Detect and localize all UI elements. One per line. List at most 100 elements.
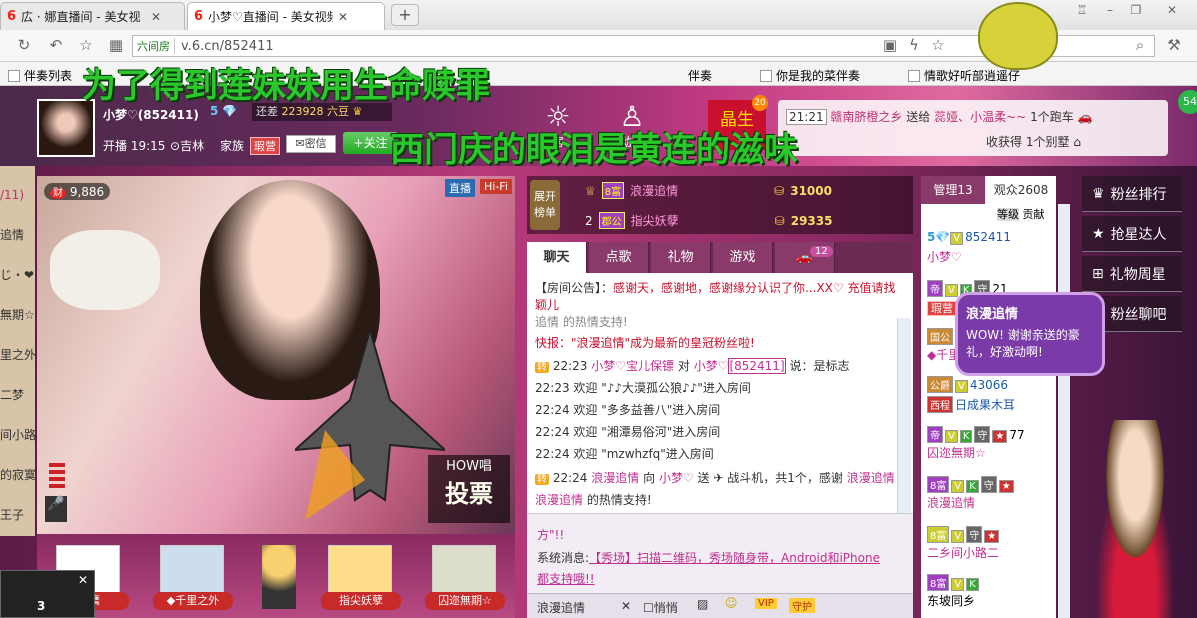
car-icon: 🚗 <box>1077 110 1093 124</box>
strip-item[interactable]: 二梦 <box>0 386 24 403</box>
tab-games[interactable]: 游戏 <box>713 242 773 273</box>
car-count-badge: 12 <box>810 246 833 257</box>
chat-line: 转 22:24 浪漫追情 向 小梦♡ 送 ✈ 战斗机，共1个，感谢 浪漫追情 <box>535 471 895 485</box>
audience-user[interactable]: 帝 V K 守 ★ 77 <box>927 426 1025 443</box>
close-tab-icon[interactable]: ✕ <box>338 10 348 24</box>
star-icon[interactable]: ☆ <box>76 36 96 56</box>
expand-ranking-button[interactable]: 展开榜单 <box>530 180 560 230</box>
qr-icon[interactable]: ▣ <box>880 36 900 56</box>
bookmark-item[interactable]: 你是我的菜伴奏 <box>760 67 860 84</box>
vip-button[interactable]: VIP <box>755 598 777 609</box>
smiley-icon[interactable]: ☺ <box>725 596 738 610</box>
tab-gifts[interactable]: 礼物 <box>651 242 711 273</box>
browser-tab-2[interactable]: 6 小梦♡直播间 - 美女视频聊 ✕ <box>187 2 385 30</box>
tab-title: 広 · 娜直播间 - 美女视 <box>21 10 141 24</box>
whisper-checkbox[interactable]: ☐悄悄 <box>643 599 678 616</box>
gift-star-card[interactable]: 指尖妖孽 <box>321 545 401 610</box>
thanks-bubble: 浪漫追情 WOW! 谢谢亲送的豪礼，好激动啊! <box>955 292 1105 376</box>
hifi-badge[interactable]: Hi-Fi <box>480 179 512 194</box>
location-pin-icon: ⊙ <box>170 139 181 153</box>
audience-scrollbar[interactable] <box>1058 204 1070 618</box>
strip-item[interactable]: 無期☆ <box>0 306 35 323</box>
left-user-strip: /11) 追情 じ・❤ 無期☆ 里之外 二梦 间小路 的寂寞 王子 <box>0 166 36 536</box>
chat-line: 22:24 欢迎 "mzwhzfq"进入房间 <box>535 447 714 461</box>
tab-admins[interactable]: 管理13 <box>921 176 985 204</box>
chat-line: 22:23 欢迎 "♪♪大漠孤公狼♪♪"进入房间 <box>535 381 751 395</box>
circle-badge[interactable]: 54 <box>1178 90 1197 114</box>
tab-viewers[interactable]: 观众2608 <box>986 176 1056 204</box>
search-icon[interactable]: ⌕ <box>1130 36 1150 56</box>
chat-input-bar: 浪漫追情 ✕ ☐悄悄 ▨ ☺ VIP 守护 <box>527 593 913 618</box>
gift-star-card[interactable]: ◆千里之外 <box>153 545 233 610</box>
vote-button[interactable]: HOW唱 投票 <box>428 455 510 523</box>
image-icon[interactable]: ▨ <box>697 597 708 611</box>
star-grab-button[interactable]: ★ 抢星达人 <box>1082 216 1182 252</box>
close-icon[interactable]: ✕ <box>621 599 631 613</box>
bookmark-item[interactable]: 伴奏 <box>688 67 712 84</box>
strip-item[interactable]: じ・❤ <box>0 266 34 283</box>
fighter-jet-icon <box>295 330 445 520</box>
audience-user[interactable]: 5💎 V 852411 <box>927 230 1011 245</box>
minimize-icon[interactable]: – <box>1100 3 1120 21</box>
grid-icon[interactable]: ▦ <box>106 36 126 56</box>
system-message-area: 方"!! 系统消息:【秀场】扫描二维码，秀场随身带，Android和iPhone… <box>527 513 913 593</box>
tab-chat[interactable]: 聊天 <box>527 242 587 273</box>
fighter-jet-icon: ✈ <box>713 471 724 485</box>
flash-news: 快报："浪漫追情"成为最新的皇冠粉丝啦! <box>535 336 755 350</box>
fans-ranking-button[interactable]: ♛ 粉丝排行 <box>1082 176 1182 212</box>
chat-target[interactable]: 浪漫追情 <box>537 599 585 616</box>
tab-songs[interactable]: 点歌 <box>589 242 649 273</box>
gift-weekly-star-button[interactable]: ⊞ 礼物周星 <box>1082 256 1182 292</box>
chat-messages: 【房间公告】：感谢天，感谢地，感谢缘分认识了你...XX♡ 充值请找颖儿 追情 … <box>527 273 913 513</box>
audience-user-sub: 小梦♡ <box>927 250 962 264</box>
guard-button[interactable]: 守护 <box>789 598 815 613</box>
audience-user[interactable]: 国公 <box>927 328 955 345</box>
site-label: 六间房 <box>137 38 175 54</box>
cartoon-boy <box>262 545 296 609</box>
strip-item[interactable]: 追情 <box>0 226 24 243</box>
host-avatar[interactable] <box>37 99 95 157</box>
restore-icon[interactable]: ❐ <box>1126 3 1146 21</box>
wrench-icon[interactable]: ⚒ <box>1164 36 1184 56</box>
url-text: v.6.cn/852411 <box>181 38 274 54</box>
page-icon <box>908 69 920 82</box>
chat-scrollbar[interactable] <box>897 318 911 513</box>
family-badge[interactable]: 瑕营 <box>250 137 280 155</box>
close-window-icon[interactable]: ✕ <box>1162 3 1182 21</box>
fan-count: 财 9,886 <box>44 183 111 200</box>
audience-user-sub: 囚迩無期☆ <box>927 446 986 460</box>
lightning-icon[interactable]: ϟ <box>904 36 924 56</box>
coins-icon: ⛁ <box>774 213 785 228</box>
top-fan-row[interactable]: 2 郡公 指尖妖孽 ⛁ 29335 <box>585 212 832 229</box>
browser-tab-1[interactable]: 6 広 · 娜直播间 - 美女视 ✕ <box>0 2 185 30</box>
strip-item[interactable]: 里之外 <box>0 346 36 363</box>
strip-item[interactable]: 间小路 <box>0 426 36 443</box>
private-message-button[interactable]: ✉密信 <box>286 135 336 153</box>
volume-level-icon[interactable] <box>47 463 67 493</box>
chat-line: 浪漫追情 的热情支持! <box>535 493 652 507</box>
microphone-icon[interactable]: 🎤 <box>45 496 67 522</box>
undo-icon[interactable]: ↶ <box>46 36 66 56</box>
tab-title: 小梦♡直播间 - 美女视频聊 <box>208 10 333 24</box>
close-tab-icon[interactable]: ✕ <box>151 10 161 24</box>
bookmark-item[interactable]: 伴奏列表 <box>8 67 72 84</box>
audience-user[interactable]: 8富 V K <box>927 574 981 591</box>
cartoon-girl <box>1085 420 1185 618</box>
new-tab-button[interactable]: + <box>391 4 419 26</box>
strip-item[interactable]: 王子 <box>0 506 24 523</box>
audience-user-sub: 西程 日成果木耳 <box>927 396 1015 413</box>
family-label: 家族 <box>220 139 245 153</box>
refresh-icon[interactable]: ↻ <box>14 36 34 56</box>
bookmark-star-icon[interactable]: ☆ <box>928 36 948 56</box>
audience-user[interactable]: 公爵 V 43066 <box>927 376 1008 393</box>
sheng-badge: 20 <box>752 95 768 111</box>
mini-window[interactable]: ✕ 3 <box>0 570 95 618</box>
audience-user[interactable]: 8富 V 守 ★ <box>927 526 1001 543</box>
site-favicon-icon: 6 <box>7 9 17 24</box>
shirt-icon[interactable]: ♖ <box>1072 3 1092 21</box>
strip-item[interactable]: 的寂寞 <box>0 466 36 483</box>
top-fan-row[interactable]: ♕ 8富 浪漫追情 ⛁ 31000 <box>585 182 832 199</box>
gift-star-card[interactable]: 囚迩無期☆ <box>425 545 505 610</box>
bookmark-item[interactable]: 情歌好听部逍遥仔 <box>908 67 1020 84</box>
audience-user[interactable]: 8富 V K 守 ★ <box>927 476 1016 493</box>
